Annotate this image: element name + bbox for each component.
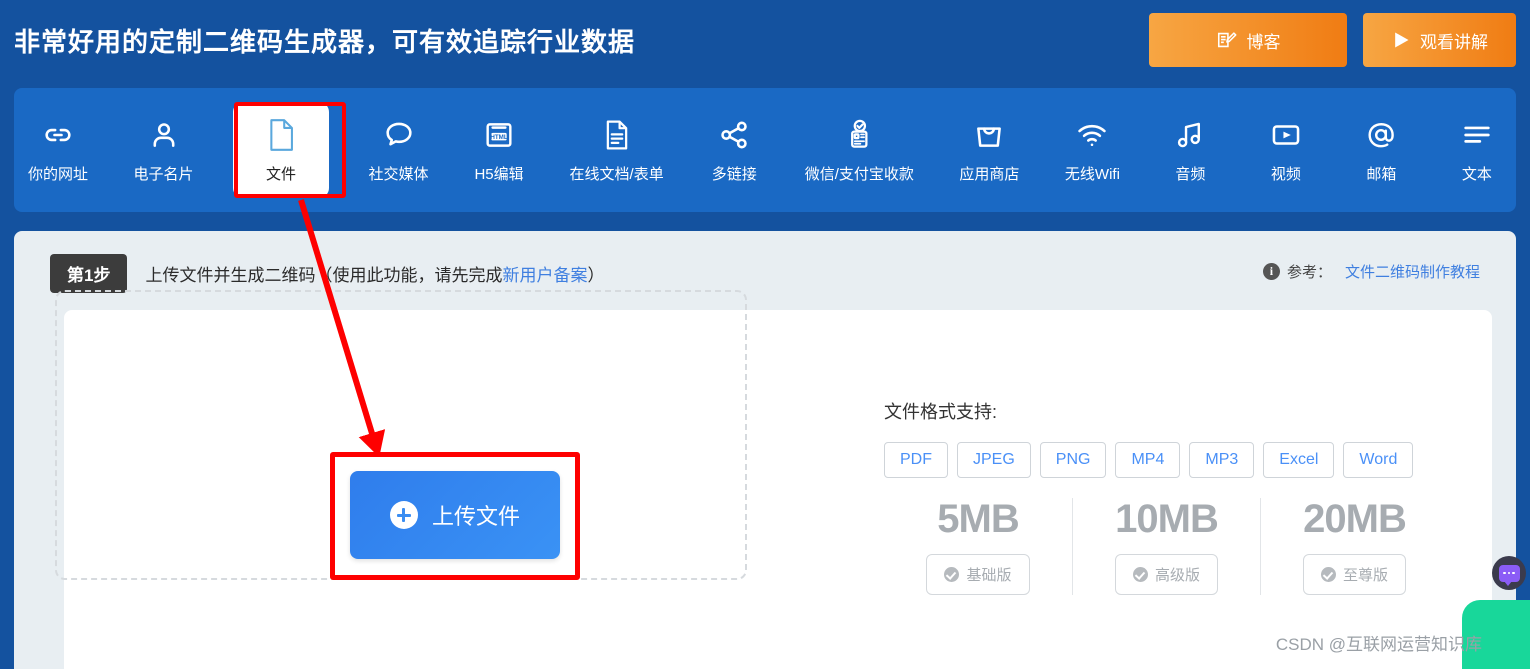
file-format-chips: PDF JPEG PNG MP4 MP3 Excel Word — [884, 442, 1414, 478]
check-circle-icon — [1320, 567, 1336, 582]
blog-button[interactable]: 博客 — [1149, 13, 1347, 67]
size-tiers-section: 5MB 基础版 10MB 高级版 20MB 至尊版 — [884, 498, 1448, 595]
format-chip[interactable]: JPEG — [957, 442, 1031, 478]
nav-label: 文件 — [266, 165, 297, 183]
size-tier: 10MB 高级版 — [1072, 498, 1260, 595]
tier-plan-badge[interactable]: 高级版 — [1114, 554, 1218, 595]
tier-size: 10MB — [1115, 497, 1219, 541]
nav-item-app-store[interactable]: 应用商店 — [953, 107, 1025, 194]
reference-row: i 参考： 文件二维码制作教程 — [1262, 261, 1480, 282]
nav-item-video[interactable]: 视频 — [1255, 107, 1317, 194]
nav-item-wifi[interactable]: 无线Wifi — [1059, 107, 1126, 194]
tier-plan-label: 基础版 — [966, 567, 1012, 584]
check-circle-icon — [1132, 567, 1148, 582]
music-note-icon — [1173, 117, 1207, 153]
nav-label: 视频 — [1270, 165, 1301, 183]
format-chip[interactable]: Excel — [1263, 442, 1335, 478]
svg-text:HTML: HTML — [490, 134, 507, 141]
nav-label: 你的网址 — [28, 165, 89, 183]
file-formats-title: 文件格式支持: — [884, 402, 998, 422]
qr-generator-page: 非常好用的定制二维码生成器，可有效追踪行业数据 博客 观看讲解 你的网址 电子名… — [0, 0, 1530, 669]
format-chip[interactable]: MP3 — [1189, 442, 1255, 478]
watch-tutorial-button[interactable]: 观看讲解 — [1363, 13, 1516, 67]
payment-icon — [842, 117, 876, 153]
text-lines-icon — [1460, 117, 1494, 153]
document-icon — [265, 117, 297, 153]
watermark: CSDN @互联网运营知识库 — [1275, 635, 1482, 654]
edit-icon — [1216, 29, 1238, 51]
nav-item-payment[interactable]: 微信/支付宝收款 — [799, 107, 920, 194]
nav-label: 无线Wifi — [1064, 165, 1120, 183]
size-tier: 20MB 至尊版 — [1260, 498, 1448, 595]
step-description: 上传文件并生成二维码（使用此功能，请先完成新用户备案） — [145, 261, 604, 286]
nav-item-online-form[interactable]: 在线文档/表单 — [564, 107, 670, 194]
check-circle-icon — [944, 567, 960, 582]
nav-item-text[interactable]: 文本 — [1446, 107, 1508, 194]
header-actions: 博客 观看讲解 — [1149, 13, 1516, 67]
nav-item-website[interactable]: 你的网址 — [22, 107, 94, 194]
nav-label: 音频 — [1175, 165, 1206, 183]
person-icon — [147, 117, 181, 153]
tier-plan-label: 高级版 — [1154, 567, 1200, 584]
format-chip[interactable]: PDF — [884, 442, 948, 478]
format-chip[interactable]: PNG — [1039, 442, 1107, 478]
nav-item-business-card[interactable]: 电子名片 — [128, 107, 200, 194]
nav-item-audio[interactable]: 音频 — [1159, 107, 1221, 194]
new-user-filing-link[interactable]: 新用户备案 — [502, 266, 587, 285]
nav-label: 邮箱 — [1366, 165, 1397, 183]
reference-label: 参考： — [1286, 264, 1332, 281]
chat-bubble-icon — [1498, 564, 1520, 586]
nav-label: H5编辑 — [474, 165, 524, 183]
step-badge: 第1步 — [50, 253, 128, 293]
plus-circle-icon — [389, 501, 418, 529]
file-formats-section: 文件格式支持: PDF JPEG PNG MP4 MP3 Excel Word — [884, 398, 1414, 478]
video-play-icon — [1269, 117, 1303, 153]
tier-plan-badge[interactable]: 至尊版 — [1302, 554, 1406, 595]
nav-item-multi-link[interactable]: 多链接 — [703, 107, 765, 194]
chat-widget-button[interactable] — [1492, 556, 1526, 590]
upload-file-label: 上传文件 — [431, 504, 520, 529]
nav-label: 社交媒体 — [368, 165, 429, 183]
nav-label: 文本 — [1461, 165, 1492, 183]
upload-file-button[interactable]: 上传文件 — [350, 471, 560, 559]
link-icon — [41, 117, 75, 153]
play-icon — [1391, 30, 1411, 50]
shop-bag-icon — [972, 117, 1006, 153]
nav-label: 多链接 — [711, 165, 757, 183]
format-chip[interactable]: Word — [1343, 442, 1414, 478]
category-nav: 你的网址 电子名片 文件 社交媒体 HTML H5编辑 在线文档/表单 多链接 … — [14, 88, 1516, 212]
chat-icon — [382, 117, 416, 153]
nav-item-file[interactable]: 文件 — [233, 102, 330, 198]
form-icon — [601, 117, 633, 153]
nav-label: 电子名片 — [133, 165, 194, 183]
nav-label: 微信/支付宝收款 — [804, 165, 914, 183]
tier-size: 5MB — [937, 497, 1019, 541]
blog-button-label: 博客 — [1246, 32, 1281, 52]
at-sign-icon — [1364, 117, 1398, 153]
nav-label: 应用商店 — [959, 165, 1020, 183]
tier-plan-label: 至尊版 — [1342, 567, 1388, 584]
size-tier: 5MB 基础版 — [884, 498, 1072, 595]
nav-item-social-media[interactable]: 社交媒体 — [363, 107, 435, 194]
tier-size: 20MB — [1303, 497, 1407, 541]
nav-item-h5-editor[interactable]: HTML H5编辑 — [468, 107, 530, 194]
page-header: 非常好用的定制二维码生成器，可有效追踪行业数据 博客 观看讲解 — [0, 0, 1530, 80]
watch-tutorial-label: 观看讲解 — [1420, 32, 1488, 52]
step-text-before: 上传文件并生成二维码（使用此功能，请先完成 — [145, 265, 503, 285]
file-qr-tutorial-link[interactable]: 文件二维码制作教程 — [1345, 261, 1480, 282]
info-icon: i — [1262, 263, 1280, 280]
page-title: 非常好用的定制二维码生成器，可有效追踪行业数据 — [14, 27, 636, 57]
format-chip[interactable]: MP4 — [1115, 442, 1181, 478]
share-icon — [717, 117, 751, 153]
wifi-icon — [1075, 117, 1109, 153]
step-text-after: ） — [587, 265, 605, 285]
tier-plan-badge[interactable]: 基础版 — [926, 554, 1030, 595]
html-icon: HTML — [482, 117, 516, 153]
nav-label: 在线文档/表单 — [569, 165, 664, 183]
nav-item-email[interactable]: 邮箱 — [1350, 107, 1412, 194]
